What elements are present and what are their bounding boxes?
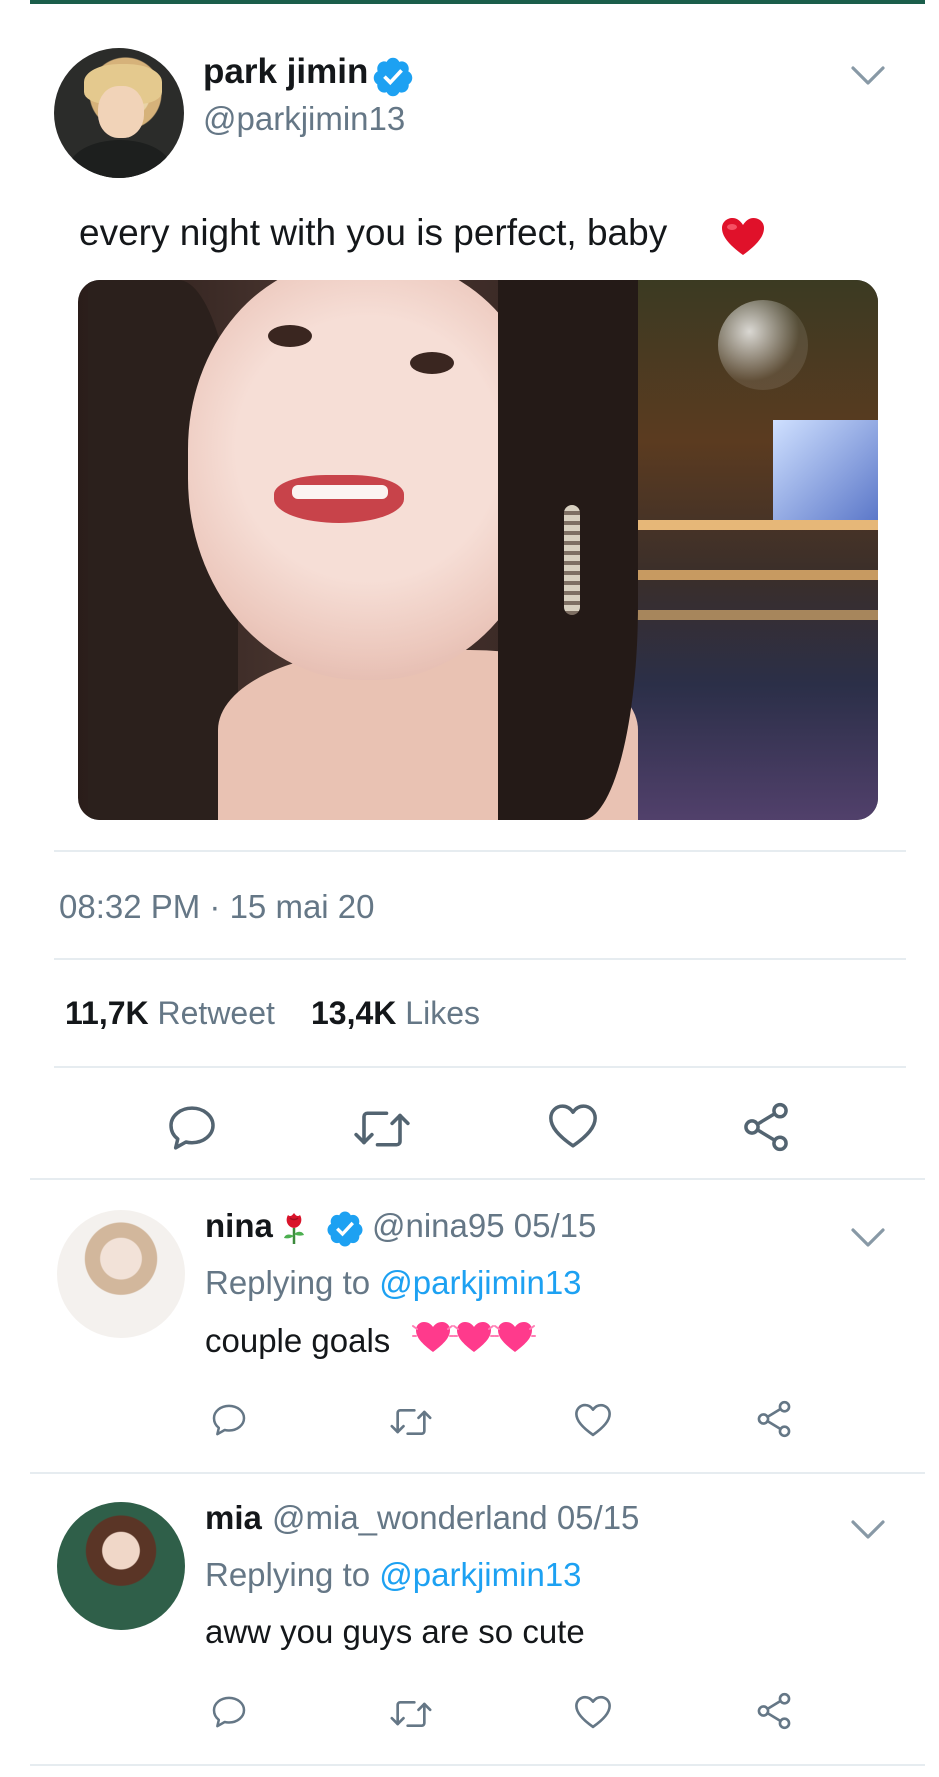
retweet-label: Retweet	[157, 995, 275, 1031]
chevron-down-icon[interactable]	[850, 1518, 886, 1547]
reply-avatar[interactable]	[57, 1210, 185, 1338]
divider	[30, 1472, 925, 1474]
retweet-icon[interactable]	[389, 1694, 433, 1734]
verified-badge-icon	[371, 55, 415, 104]
reply-text: couple goals	[205, 1322, 391, 1359]
replying-to-line: Replying to @parkjimin13	[205, 1556, 582, 1594]
reply-date: 05/15	[556, 1499, 640, 1536]
share-icon[interactable]	[753, 1690, 795, 1732]
replying-prefix: Replying to	[205, 1556, 371, 1593]
red-heart-emoji	[720, 217, 766, 262]
retweet-count: 11,7K	[65, 995, 149, 1031]
author-handle[interactable]: @parkjimin13	[203, 100, 405, 138]
top-status-bar	[30, 0, 925, 4]
likes-label: Likes	[405, 995, 480, 1031]
replying-mention-link[interactable]: @parkjimin13	[379, 1264, 581, 1301]
author-name[interactable]: park jimin	[203, 52, 368, 92]
share-icon[interactable]	[738, 1099, 794, 1155]
reply-icon[interactable]	[209, 1400, 249, 1440]
heart-icon[interactable]	[572, 1399, 614, 1441]
reply-handle-text: @nina95	[372, 1207, 505, 1244]
beating-heart-emoji	[412, 1316, 536, 1365]
likes-stat[interactable]: 13,4K Likes	[311, 995, 480, 1032]
heart-icon[interactable]	[545, 1098, 601, 1154]
reply-author-name[interactable]: nina	[205, 1207, 273, 1245]
reply-icon[interactable]	[164, 1100, 220, 1156]
divider	[54, 958, 906, 960]
tweet-photo[interactable]	[78, 280, 878, 820]
likes-count: 13,4K	[311, 995, 397, 1031]
replying-mention-link[interactable]: @parkjimin13	[379, 1556, 581, 1593]
reply-author-handle[interactable]: @mia_wonderland 05/15	[272, 1499, 639, 1537]
chevron-down-icon[interactable]	[850, 1226, 886, 1255]
reply-author-handle[interactable]: @nina95 05/15	[372, 1207, 596, 1245]
rose-emoji	[279, 1208, 309, 1251]
replying-to-line: Replying to @parkjimin13	[205, 1264, 582, 1302]
replying-prefix: Replying to	[205, 1264, 371, 1301]
heart-icon[interactable]	[572, 1691, 614, 1733]
author-avatar[interactable]	[54, 48, 184, 178]
retweet-icon[interactable]	[352, 1102, 412, 1156]
divider	[54, 1066, 906, 1068]
retweet-icon[interactable]	[389, 1402, 433, 1442]
reply-icon[interactable]	[209, 1692, 249, 1732]
reply-date: 05/15	[513, 1207, 597, 1244]
share-icon[interactable]	[753, 1398, 795, 1440]
verified-badge-icon	[325, 1209, 365, 1254]
tweet-timestamp[interactable]: 08:32 PM · 15 mai 20	[59, 888, 375, 926]
divider	[30, 1178, 925, 1180]
chevron-down-icon[interactable]	[850, 64, 886, 93]
divider	[54, 850, 906, 852]
reply-avatar[interactable]	[57, 1502, 185, 1630]
divider	[30, 1764, 925, 1766]
reply-author-name[interactable]: mia	[205, 1499, 262, 1537]
reply-handle-text: @mia_wonderland	[272, 1499, 548, 1536]
retweet-stat[interactable]: 11,7K Retweet	[65, 995, 275, 1032]
reply-text: aww you guys are so cute	[205, 1613, 585, 1650]
tweet-text: every night with you is perfect, baby	[79, 212, 668, 253]
